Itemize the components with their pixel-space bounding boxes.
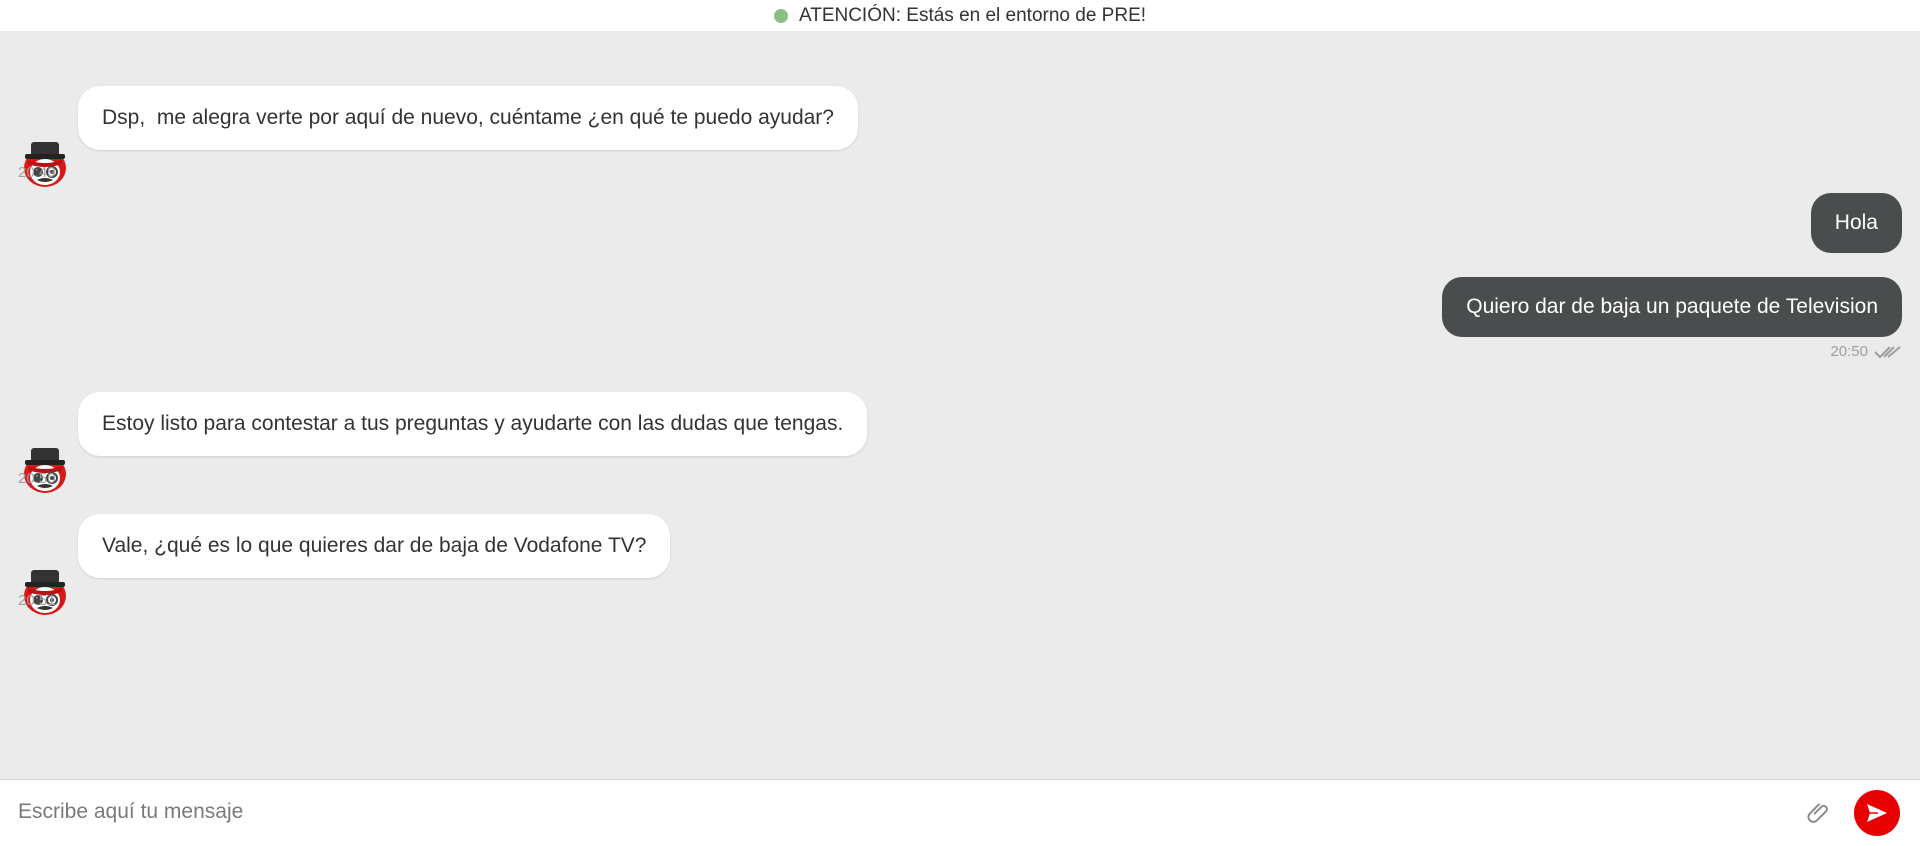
send-button[interactable] bbox=[1854, 790, 1900, 836]
user-message-meta: 20:50 bbox=[1830, 343, 1902, 360]
bot-message-text: Estoy listo para contestar a tus pregunt… bbox=[102, 412, 844, 435]
message-timestamp: 20:50 bbox=[18, 470, 56, 487]
status-dot-icon bbox=[773, 8, 788, 23]
user-message-bubble: Quiero dar de baja un paquete de Televis… bbox=[1442, 277, 1902, 337]
environment-banner: ATENCIÓN: Estás en el entorno de PRE! bbox=[0, 0, 1920, 31]
bot-message: Vale, ¿qué es lo que quieres dar de baja… bbox=[0, 514, 1920, 614]
bot-message-text: Dsp, me alegra verte por aquí de nuevo, … bbox=[102, 106, 834, 129]
bot-message-bubble: Estoy listo para contestar a tus pregunt… bbox=[78, 392, 868, 456]
message-timestamp: 20:50 bbox=[1830, 343, 1868, 360]
bot-message-bubble: Dsp, me alegra verte por aquí de nuevo, … bbox=[78, 86, 858, 150]
user-message-text: Quiero dar de baja un paquete de Televis… bbox=[1466, 295, 1878, 318]
chat-transcript[interactable]: Dsp, me alegra verte por aquí de nuevo, … bbox=[0, 31, 1920, 779]
environment-banner-text: ATENCIÓN: Estás en el entorno de PRE! bbox=[798, 4, 1147, 26]
paperclip-icon[interactable] bbox=[1806, 800, 1832, 826]
message-timestamp: 20:49 bbox=[18, 164, 56, 181]
message-composer bbox=[0, 779, 1920, 846]
bot-message: Dsp, me alegra verte por aquí de nuevo, … bbox=[0, 86, 1920, 186]
user-message-text: Hola bbox=[1834, 211, 1878, 234]
bot-message: Estoy listo para contestar a tus pregunt… bbox=[0, 392, 1920, 492]
send-icon bbox=[1867, 804, 1887, 822]
read-receipt-icon bbox=[1874, 345, 1901, 358]
bot-message-text: Vale, ¿qué es lo que quieres dar de baja… bbox=[102, 534, 647, 557]
user-message-bubble: Hola bbox=[1810, 193, 1902, 253]
message-input[interactable] bbox=[18, 792, 1778, 832]
message-timestamp: 20:51 bbox=[18, 592, 56, 609]
bot-message-bubble: Vale, ¿qué es lo que quieres dar de baja… bbox=[78, 514, 671, 578]
